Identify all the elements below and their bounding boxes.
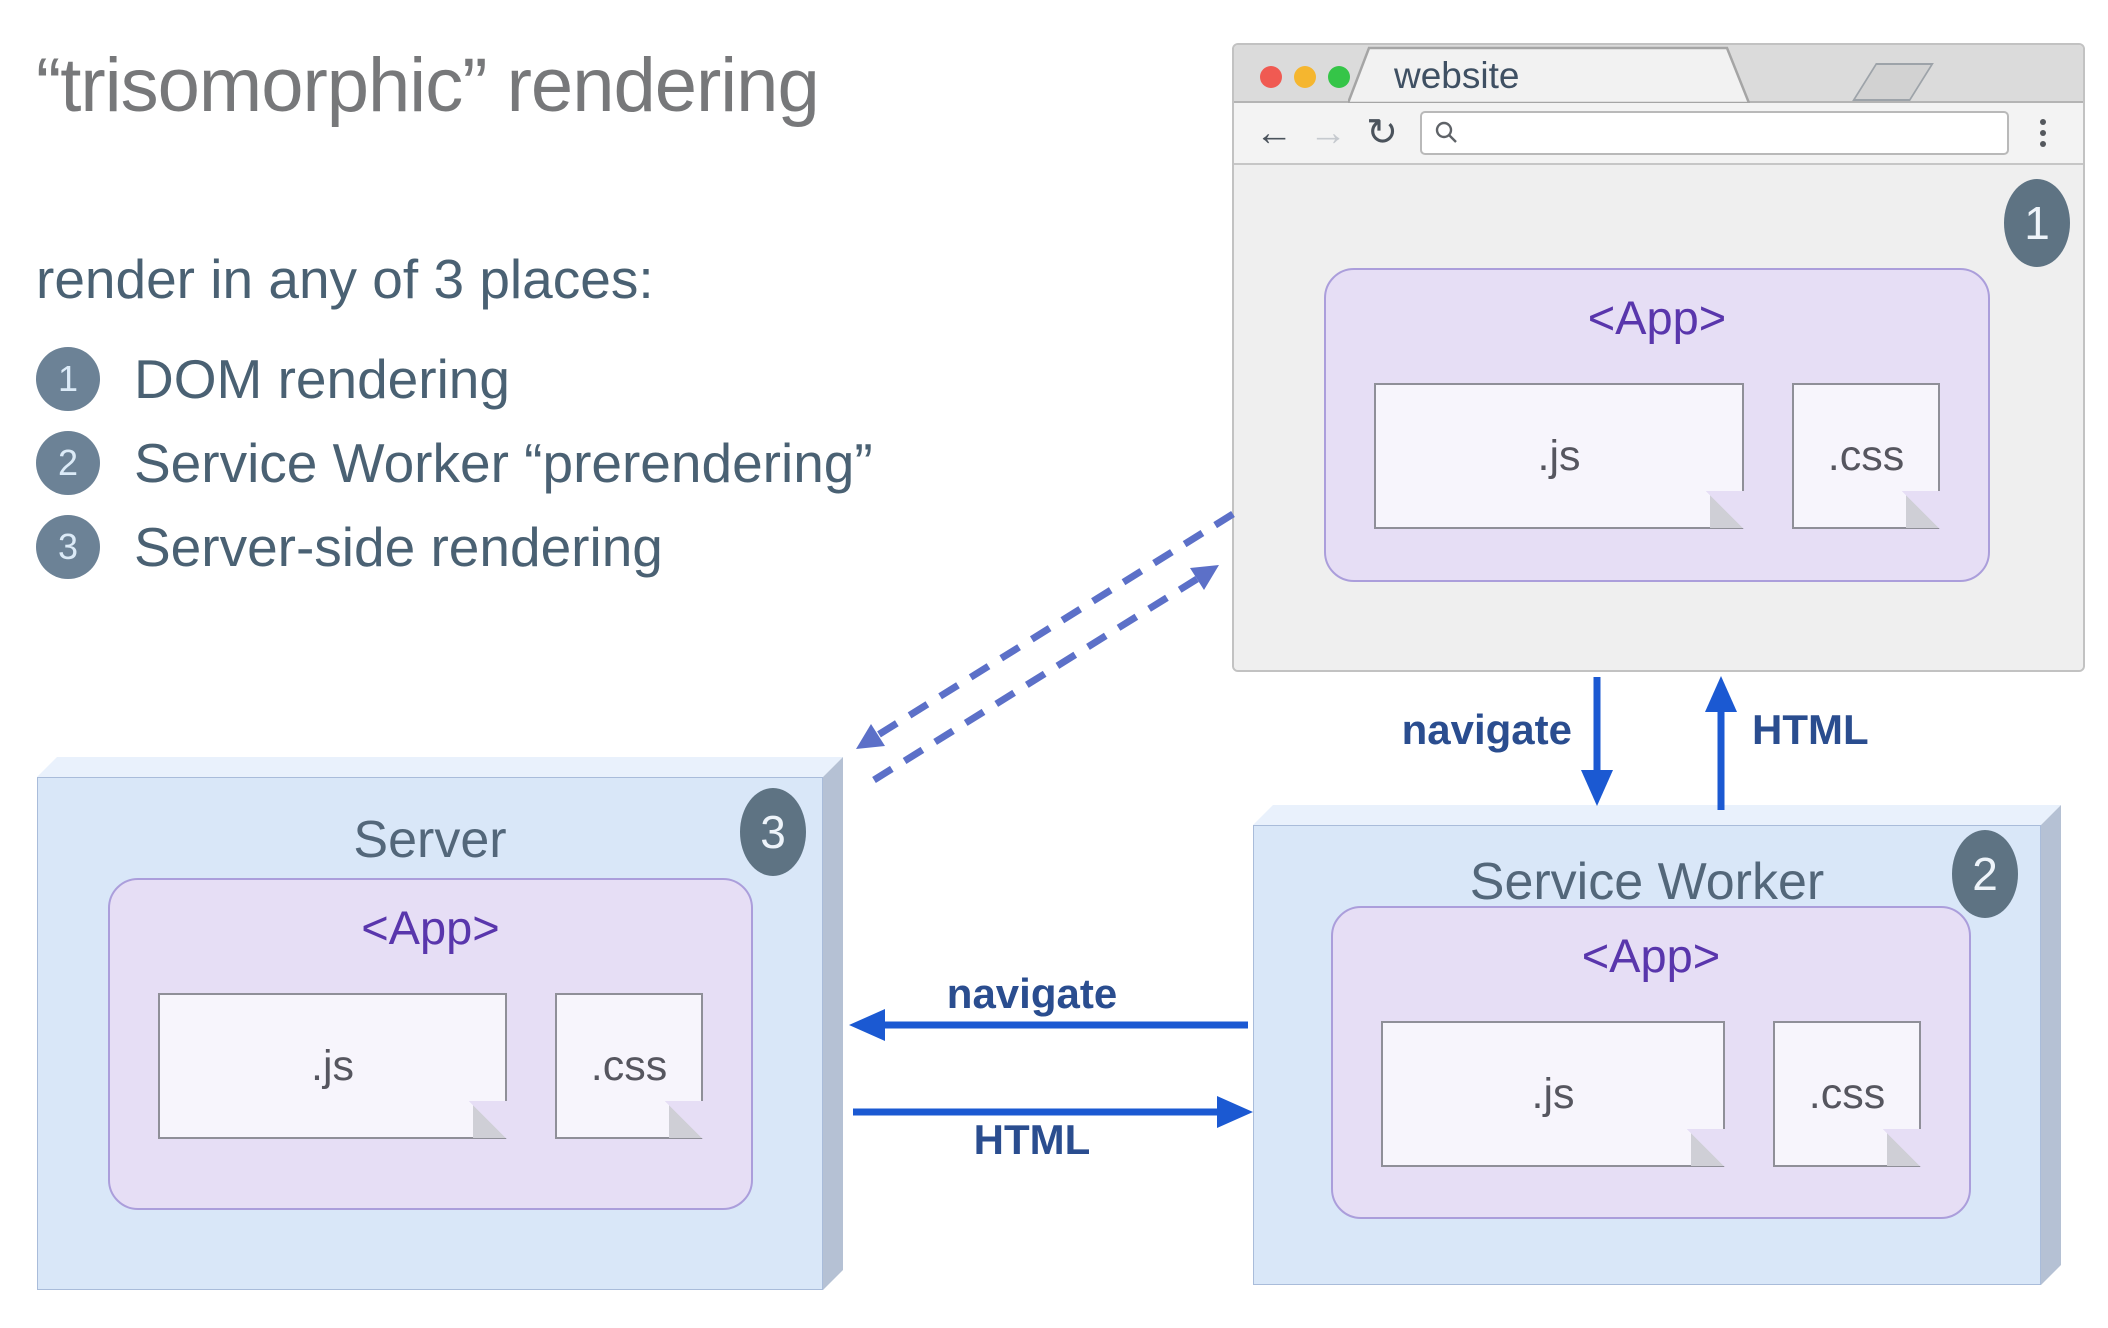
- html-right-label: HTML: [973, 1116, 1091, 1163]
- app-files: .js .css: [1326, 383, 1988, 529]
- url-bar[interactable]: [1420, 111, 2009, 155]
- css-file-label: .css: [1827, 431, 1905, 480]
- legend-item-service-worker: 2 Service Worker “prerendering”: [36, 431, 1136, 495]
- browser-window: website ← → ↻ 1 <App> .js .css: [1232, 43, 2085, 672]
- browser-viewport: 1 <App> .js .css: [1234, 165, 2083, 670]
- server-app-box: <App> .js .css: [108, 878, 753, 1210]
- browser-toolbar: ← → ↻: [1234, 103, 2083, 165]
- server-box-face: Server 3 <App> .js .css: [37, 777, 823, 1290]
- forward-icon[interactable]: →: [1308, 114, 1348, 152]
- legend-list: 1 DOM rendering 2 Service Worker “preren…: [36, 347, 1136, 579]
- css-file-label: .css: [590, 1041, 668, 1090]
- app-label: <App>: [361, 901, 500, 954]
- dashed-arrow-to-browser: [872, 576, 1199, 783]
- navigate-left-label: navigate: [946, 970, 1118, 1017]
- js-file-label: .js: [1537, 431, 1581, 480]
- dashed-arrowhead-to-server: [856, 724, 885, 749]
- css-file-icon: .css: [1773, 1021, 1921, 1167]
- server-box-right-bevel: [823, 757, 843, 1290]
- css-file-icon: .css: [555, 993, 703, 1139]
- page-title: “trisomorphic” rendering: [36, 43, 820, 128]
- intro-block: “trisomorphic” rendering render in any o…: [36, 42, 1136, 599]
- diagram-canvas: “trisomorphic” rendering render in any o…: [0, 0, 2108, 1328]
- step-badge-1: 1: [2004, 179, 2070, 267]
- server-title: Server: [353, 811, 507, 869]
- service-worker-box-top-bevel: [1253, 805, 2061, 825]
- legend-badge-1: 1: [36, 347, 100, 411]
- js-file-icon: .js: [1381, 1021, 1725, 1167]
- step-badge-3: 3: [740, 788, 806, 876]
- tab-title: website: [1394, 55, 1520, 96]
- legend-label: Server-side rendering: [134, 516, 663, 578]
- js-file-label: .js: [311, 1041, 354, 1090]
- app-files: .js .css: [1333, 1021, 1969, 1167]
- js-file-label: .js: [1531, 1069, 1575, 1118]
- legend-badge-2: 2: [36, 431, 100, 495]
- service-worker-box-face: Service Worker 2 <App> .js .css: [1253, 825, 2041, 1285]
- legend-item-server-side: 3 Server-side rendering: [36, 515, 1136, 579]
- search-icon: [1435, 121, 1457, 143]
- server-box: Server 3 <App> .js .css: [37, 757, 843, 1290]
- service-worker-app-box: <App> .js .css: [1331, 906, 1971, 1219]
- service-worker-box-right-bevel: [2041, 805, 2061, 1285]
- dashed-arrowhead-to-browser: [1190, 565, 1219, 590]
- legend-label: Service Worker “prerendering”: [134, 432, 873, 494]
- html-up-label: HTML: [1752, 706, 1869, 753]
- legend-item-dom: 1 DOM rendering: [36, 347, 1136, 411]
- app-label: <App>: [1581, 929, 1721, 982]
- navigate-left-arrowhead: [849, 1009, 885, 1041]
- new-tab-button[interactable]: [1852, 63, 1934, 101]
- step-badge-2: 2: [1952, 830, 2018, 918]
- browser-app-box: <App> .js .css: [1324, 268, 1990, 582]
- css-file-icon: .css: [1792, 383, 1940, 529]
- maximize-button[interactable]: [1328, 66, 1350, 88]
- app-files: .js .css: [110, 993, 751, 1139]
- service-worker-title: Service Worker: [1469, 853, 1825, 911]
- html-right-arrowhead: [1217, 1096, 1253, 1128]
- intro-subtitle: render in any of 3 places:: [36, 248, 654, 310]
- minimize-button[interactable]: [1294, 66, 1316, 88]
- navigate-down-arrowhead: [1581, 770, 1613, 806]
- browser-tab[interactable]: website: [1348, 45, 1750, 103]
- server-box-top-bevel: [37, 757, 843, 777]
- close-button[interactable]: [1260, 66, 1282, 88]
- app-label: <App>: [1587, 291, 1727, 344]
- js-file-icon: .js: [1374, 383, 1744, 529]
- browser-tabstrip: website: [1234, 45, 2083, 103]
- service-worker-box: Service Worker 2 <App> .js .css: [1253, 805, 2061, 1285]
- reload-icon[interactable]: ↻: [1362, 114, 1402, 152]
- css-file-label: .css: [1808, 1069, 1886, 1118]
- menu-icon[interactable]: [2023, 119, 2063, 147]
- navigate-down-label: navigate: [1401, 706, 1572, 753]
- legend-label: DOM rendering: [134, 348, 510, 410]
- js-file-icon: .js: [158, 993, 507, 1139]
- back-icon[interactable]: ←: [1254, 114, 1294, 152]
- html-up-arrowhead: [1705, 676, 1737, 712]
- legend-badge-3: 3: [36, 515, 100, 579]
